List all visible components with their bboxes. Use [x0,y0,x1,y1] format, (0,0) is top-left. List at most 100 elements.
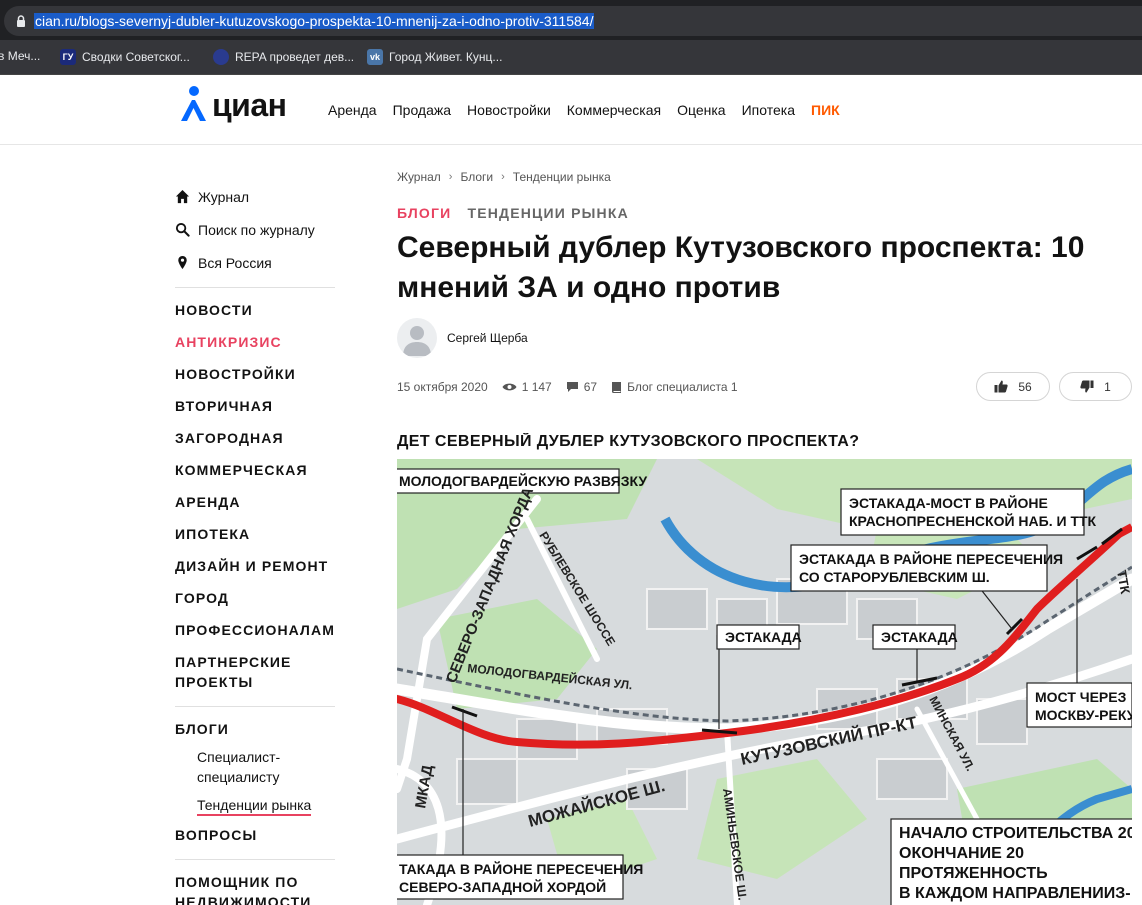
nav-mortgage[interactable]: Ипотека [742,102,795,118]
sidebar-item-city[interactable]: Город [175,582,335,614]
sidebar-sub-trends[interactable]: Тенденции рынка [175,795,335,816]
avatar [397,318,437,358]
sidebar-item-questions[interactable]: Вопросы [175,823,335,851]
tag-blogs[interactable]: БЛОГИ [397,205,451,221]
route-map-image[interactable]: МОЛОДОГВАРДЕЙСКУЮ РАЗВЯЗКУ ЭСТАКАДА-МОСТ… [397,459,1132,905]
map-title: ДЕТ СЕВЕРНЫЙ ДУБЛЕР КУТУЗОВСКОГО ПРОСПЕК… [397,433,860,450]
vk-icon: vk [367,49,383,65]
bookmark-label: REPA проведет дев... [235,50,355,64]
gu-icon: ГУ [60,49,76,65]
dislike-count: 1 [1104,379,1111,394]
nav-rent[interactable]: Аренда [328,102,377,118]
nav-new-buildings[interactable]: Новостройки [467,102,551,118]
sidebar-item-helper[interactable]: Помощник по недвижимости [175,866,335,905]
cian-logo[interactable]: циан [178,83,287,123]
map-info-direction: В КАЖДОМ НАПРАВЛЕНИИЗ- [899,885,1131,902]
map-label-river-1: МОСТ ЧЕРЕЗ [1035,689,1127,705]
bookmark-label: Сводки Советског... [82,50,190,64]
publish-date: 15 октября 2020 [397,380,488,394]
map-label-szh-1: ТАКАДА В РАЙОНЕ ПЕРЕСЕЧЕНИЯ [399,860,643,877]
search-icon [175,222,190,237]
map-label-star-2: СО СТАРОРУБЛЕВСКИМ Ш. [799,569,990,585]
chevron-right-icon: › [448,171,453,183]
sidebar-item-professionals[interactable]: Профессионалам [175,614,335,646]
sidebar-item-blogs[interactable]: Блоги [175,713,335,745]
book-icon [612,381,622,393]
views-count: 1 147 [521,380,552,394]
pin-icon [178,255,187,270]
journal-sidebar: Журнал Поиск по журналу Вся Россия Новос… [175,180,335,905]
like-button[interactable]: 56 [976,372,1050,401]
comments-counter[interactable]: 67 [566,380,597,394]
article-meta: 15 октября 2020 1 147 67 Блог специалист… [397,380,738,394]
bookmark-item[interactable]: REPA проведет дев... [213,49,354,65]
blog-name: Блог специалиста 1 [627,380,738,394]
map-label-river-2: МОСКВУ-РЕКУ [1035,707,1132,723]
sidebar-sub-specialist[interactable]: Специалист-специалисту [175,747,335,787]
map-label-estakada-b: ЭСТАКАДА [881,629,958,645]
map-info-end: ОКОНЧАНИЕ 20 [899,845,1024,862]
thumbs-down-icon [1080,380,1094,393]
bookmarks-bar: в Меч... ГУ Сводки Советског... REPA про… [0,40,1142,75]
bookmark-label: в Меч... [0,49,41,63]
sidebar-journal[interactable]: Журнал [175,180,335,213]
nav-commercial[interactable]: Коммерческая [567,102,661,118]
globe-icon [213,49,229,65]
sidebar-search[interactable]: Поиск по журналу [175,213,335,246]
eye-icon [502,383,517,391]
lock-icon [17,15,25,27]
nav-valuation[interactable]: Оценка [677,102,726,118]
breadcrumb-blogs[interactable]: Блоги [460,170,493,184]
nav-sale[interactable]: Продажа [393,102,451,118]
sidebar-item-design[interactable]: Дизайн и ремонт [175,550,335,582]
blog-link[interactable]: Блог специалиста 1 [611,380,738,394]
map-label-szh-2: СЕВЕРО-ЗАПАДНОЙ ХОРДОЙ [399,878,606,895]
views-counter: 1 147 [502,380,552,394]
bookmark-item[interactable]: vk Город Живет. Кунц... [367,49,502,65]
comment-icon [566,382,578,392]
map-info-length: ПРОТЯЖЕННОСТЬ [899,865,1048,882]
address-bar[interactable]: cian.ru/blogs-severnyj-dubler-kutuzovsko… [4,6,1142,36]
sidebar-divider [175,287,335,288]
map-label-most-2: КРАСНОПРЕСНЕНСКОЙ НАБ. И ТТК [849,512,1097,529]
user-placeholder-icon [403,326,431,356]
sidebar-tool-label: Журнал [198,188,250,205]
like-count: 56 [1018,379,1032,394]
map-label-most-1: ЭСТАКАДА-МОСТ В РАЙОНЕ [849,494,1048,511]
home-icon [175,189,190,204]
sidebar-item-new-buildings[interactable]: Новостройки [175,358,335,390]
tag-trends[interactable]: ТЕНДЕНЦИИ РЫНКА [467,205,628,221]
thumbs-up-icon [994,380,1008,393]
sidebar-divider [175,859,335,860]
breadcrumb-trends[interactable]: Тенденции рынка [513,170,611,184]
cian-logo-icon [181,86,206,121]
route-map-svg: МОЛОДОГВАРДЕЙСКУЮ РАЗВЯЗКУ ЭСТАКАДА-МОСТ… [397,459,1132,905]
nav-pik[interactable]: ПИК [811,102,840,118]
url-text: cian.ru/blogs-severnyj-dubler-kutuzovsko… [34,13,595,29]
bookmark-label: Город Живет. Кунц... [389,50,503,64]
sidebar-item-rent[interactable]: Аренда [175,486,335,518]
sidebar-tool-label: Поиск по журналу [198,221,315,238]
bookmark-item[interactable]: в Меч... [0,49,40,63]
sidebar-region[interactable]: Вся Россия [175,246,335,279]
breadcrumb: Журнал › Блоги › Тенденции рынка [397,170,611,184]
sidebar-item-secondary[interactable]: Вторичная [175,390,335,422]
sidebar-item-country[interactable]: Загородная [175,422,335,454]
sidebar-sub-label: Тенденции рынка [197,797,312,816]
map-info-start: НАЧАЛО СТРОИТЕЛЬСТВА 20 [899,825,1132,842]
map-label-estakada-a: ЭСТАКАДА [725,629,802,645]
sidebar-item-anticrisis[interactable]: Антикризис [175,326,335,358]
dislike-button[interactable]: 1 [1059,372,1132,401]
sidebar-item-partners[interactable]: Партнерские проекты [175,646,335,698]
sidebar-divider [175,706,335,707]
author-block[interactable]: Сергей Щерба [397,318,528,358]
author-name[interactable]: Сергей Щерба [447,331,528,345]
main-nav: Аренда Продажа Новостройки Коммерческая … [328,102,840,118]
map-label-star-1: ЭСТАКАДА В РАЙОНЕ ПЕРЕСЕЧЕНИЯ [799,550,1063,567]
breadcrumb-journal[interactable]: Журнал [397,170,441,184]
sidebar-item-news[interactable]: Новости [175,294,335,326]
sidebar-item-mortgage[interactable]: Ипотека [175,518,335,550]
bookmark-item[interactable]: ГУ Сводки Советског... [60,49,190,65]
browser-toolbar: cian.ru/blogs-severnyj-dubler-kutuzovsko… [0,0,1142,40]
sidebar-item-commercial[interactable]: Коммерческая [175,454,335,486]
